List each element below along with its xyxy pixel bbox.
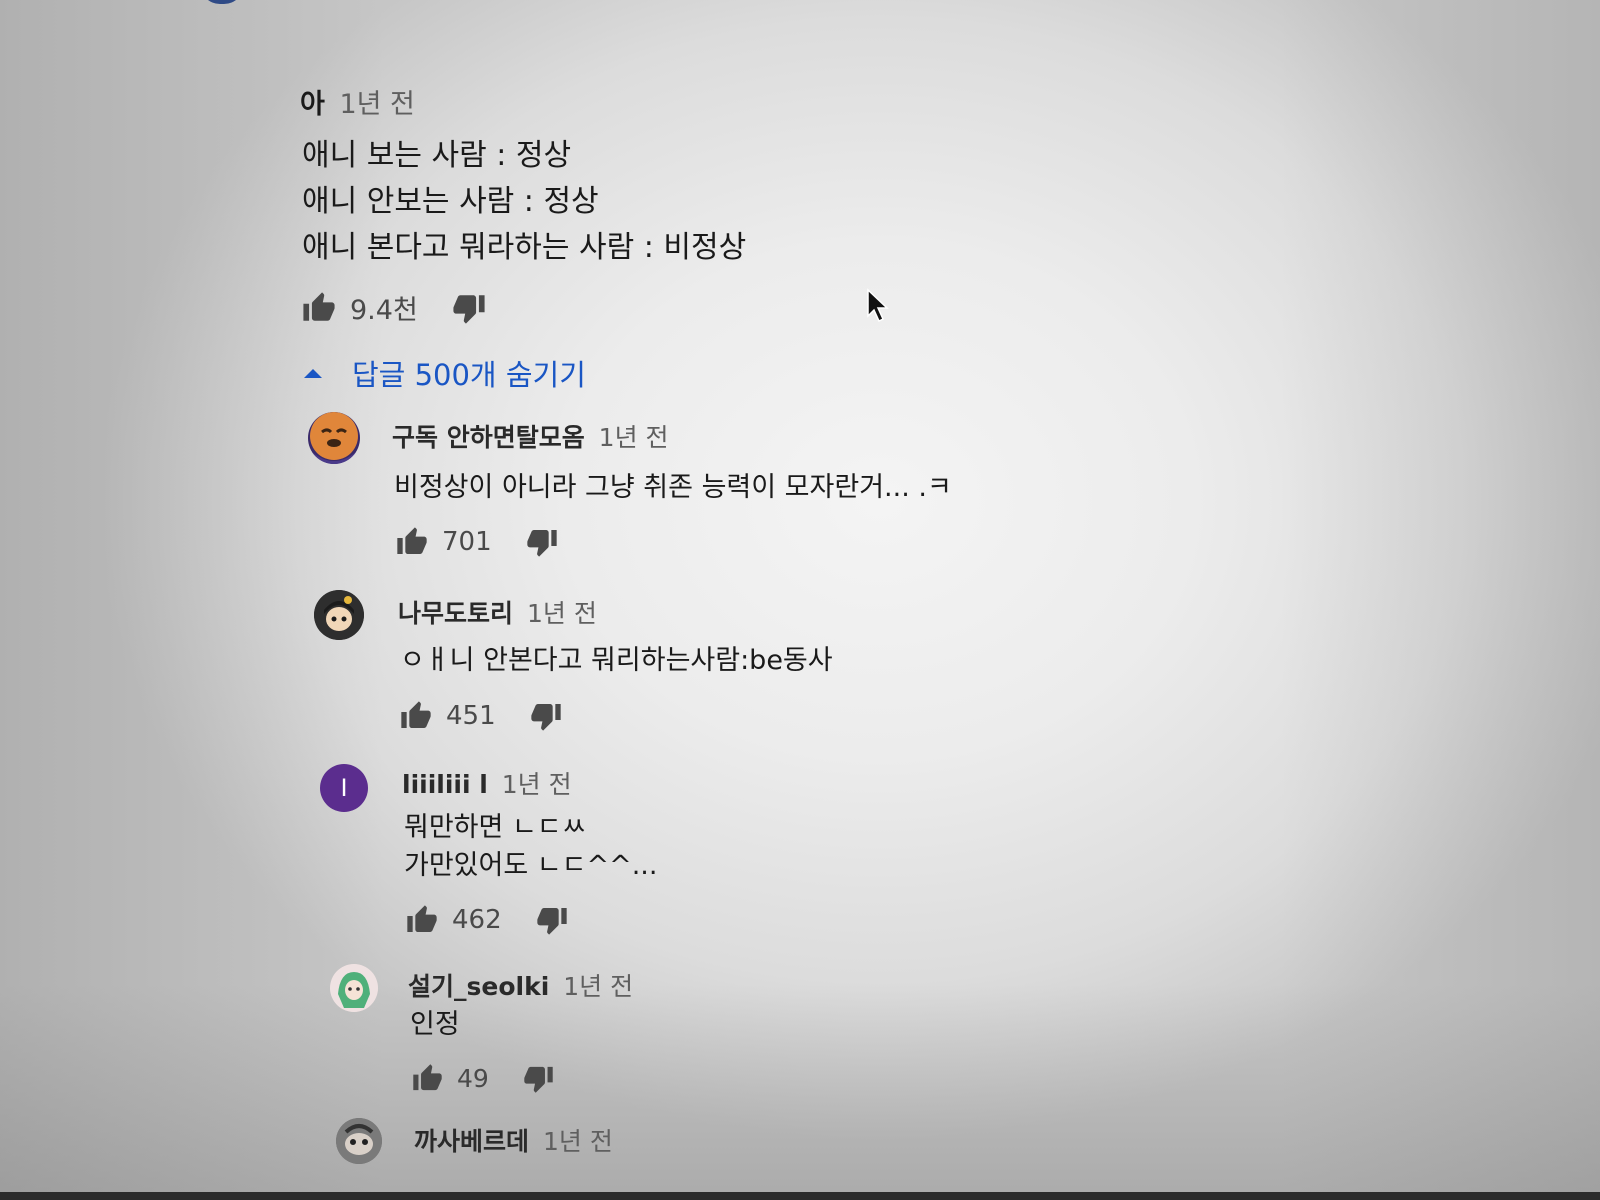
reply-text: 비정상이 아니라 그냥 취존 능력이 모자란거... .ㅋ — [394, 469, 952, 507]
reply-author[interactable]: 구독 안하면탈모옴 — [392, 423, 585, 452]
comment-line: 애니 본다고 뭐라하는 사람 : 비정상 — [302, 230, 747, 265]
screen-bezel — [0, 1192, 1600, 1200]
comment-author[interactable]: 아 — [300, 89, 325, 120]
screen-vignette — [0, 0, 1600, 1200]
mouse-pointer-icon — [866, 288, 890, 328]
reply-line: 인정 — [410, 1009, 460, 1040]
like-count: 9.4천 — [350, 295, 418, 326]
reply-line: ㅇㅐ니 안본다고 뭐리하는사람:be동사 — [400, 645, 833, 676]
avatar[interactable] — [314, 590, 364, 640]
reply-time[interactable]: 1년 전 — [527, 599, 597, 628]
avatar-image — [310, 412, 358, 464]
reply-line: 뭐만하면 ㄴㄷㅆ — [404, 812, 587, 843]
comment-time[interactable]: 1년 전 — [339, 89, 414, 120]
thumb-up-icon[interactable] — [400, 700, 432, 732]
avatar[interactable] — [308, 412, 360, 464]
avatar-image — [336, 1118, 382, 1164]
comment-header: 아 1년 전 — [300, 82, 415, 121]
reply-time[interactable]: 1년 전 — [563, 972, 633, 1001]
reply-text: 인정 — [410, 1006, 460, 1044]
caret-up-icon — [304, 369, 322, 378]
reply-header: 까사베르데 1년 전 — [414, 1122, 613, 1158]
avatar[interactable]: I — [320, 764, 368, 812]
reply-actions: 49 — [412, 1063, 554, 1094]
reply-header: 구독 안하면탈모옴 1년 전 — [392, 418, 669, 454]
reply-actions: 701 — [396, 526, 558, 558]
reply-time[interactable]: 1년 전 — [599, 423, 669, 452]
reply-author[interactable]: 나무도토리 — [398, 599, 513, 628]
thumb-up-icon[interactable] — [412, 1063, 443, 1094]
reply-time[interactable]: 1년 전 — [543, 1127, 613, 1156]
thumb-up-icon[interactable] — [406, 904, 438, 936]
avatar-letter: I — [340, 774, 348, 802]
thumb-down-icon[interactable] — [536, 904, 568, 936]
reply-header: liiiliii l 1년 전 — [402, 765, 572, 801]
avatar[interactable] — [200, 0, 244, 4]
avatar[interactable] — [336, 1118, 382, 1164]
thumb-down-icon[interactable] — [530, 700, 562, 732]
thumb-up-icon[interactable] — [302, 291, 336, 325]
reply-actions: 462 — [406, 904, 568, 936]
reply-line: 비정상이 아니라 그냥 취존 능력이 모자란거... .ㅋ — [394, 472, 952, 503]
reply-author[interactable]: liiiliii l — [402, 770, 488, 799]
avatar-image — [314, 590, 364, 640]
like-count: 701 — [442, 527, 492, 557]
thumb-down-icon[interactable] — [523, 1063, 554, 1094]
hide-replies-label: 답글 500개 숨기기 — [352, 358, 586, 392]
like-count: 462 — [452, 905, 502, 935]
reply-author[interactable]: 까사베르데 — [414, 1127, 529, 1156]
reply-header: 설기_seolki 1년 전 — [408, 967, 633, 1003]
hide-replies-button[interactable]: 답글 500개 숨기기 — [304, 352, 586, 394]
comment-actions: 9.4천 — [302, 288, 486, 327]
reply-time[interactable]: 1년 전 — [502, 770, 572, 799]
thumb-up-icon[interactable] — [396, 526, 428, 558]
like-count: 49 — [457, 1064, 489, 1093]
reply-author[interactable]: 설기_seolki — [408, 972, 549, 1001]
reply-line: 가만있어도 ㄴㄷ^^... — [404, 850, 658, 881]
like-count: 451 — [446, 701, 496, 731]
thumb-down-icon[interactable] — [526, 526, 558, 558]
reply-actions: 451 — [400, 700, 562, 732]
reply-text: 뭐만하면 ㄴㄷㅆ 가만있어도 ㄴㄷ^^... — [404, 809, 657, 885]
comment-line: 애니 안보는 사람 : 정상 — [302, 184, 599, 219]
avatar-image — [330, 964, 378, 1012]
reply-header: 나무도토리 1년 전 — [398, 594, 597, 630]
avatar[interactable] — [330, 964, 378, 1012]
thumb-down-icon[interactable] — [452, 291, 486, 325]
comment-text: 애니 보는 사람 : 정상 애니 안보는 사람 : 정상 애니 본다고 뭐라하는… — [302, 133, 746, 271]
comment-line: 애니 보는 사람 : 정상 — [302, 138, 572, 173]
reply-text: ㅇㅐ니 안본다고 뭐리하는사람:be동사 — [400, 642, 833, 680]
